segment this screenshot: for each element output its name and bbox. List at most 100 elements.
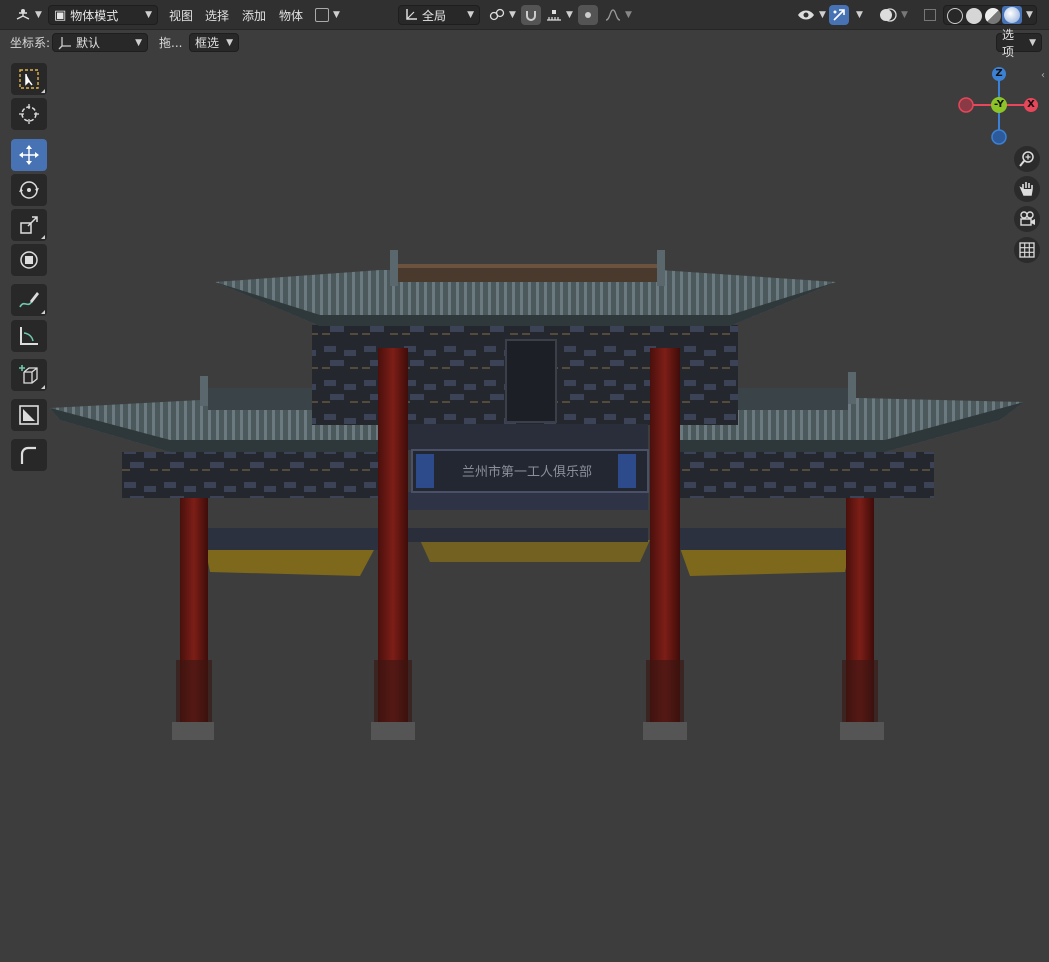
gizmo-options-dropdown[interactable]: ▼ [851, 5, 868, 25]
mode-dropdown[interactable]: ▣ 物体模式 ▼ [48, 5, 158, 25]
pan-button[interactable] [1014, 176, 1040, 202]
orientation-label: 全局 [422, 8, 447, 23]
chevron-down-icon: ▼ [145, 10, 152, 20]
annotate-icon [19, 292, 39, 308]
tool-annotate[interactable] [11, 284, 47, 316]
submenu-corner-icon [41, 385, 45, 389]
snap-toggle[interactable] [521, 5, 541, 25]
left-lower-beam [205, 528, 380, 550]
editor-type-selector[interactable]: ▼ [10, 5, 47, 25]
link-icon [489, 8, 505, 21]
visibility-selector[interactable]: ▼ [792, 5, 831, 25]
cut-box-icon [19, 405, 39, 425]
navigation-gizmo[interactable]: Z X -Y [955, 64, 1045, 149]
chevron-down-icon: ▼ [226, 37, 233, 48]
add-cube-icon [19, 365, 38, 384]
chevron-down-icon: ▼ [566, 10, 573, 20]
submenu-corner-icon [41, 310, 45, 314]
gizmo-toggle[interactable]: ▼ [310, 5, 345, 25]
transform-icon [20, 251, 38, 269]
proportional-dot-icon [585, 12, 591, 18]
right-lower-beam [678, 528, 850, 550]
cursor-icon [19, 104, 39, 124]
falloff-curve-icon [605, 9, 621, 21]
chevron-down-icon: ▼ [509, 10, 516, 20]
drag-action-value: 框选 [195, 36, 220, 50]
tool-add-cube[interactable] [11, 359, 47, 391]
chevron-down-icon[interactable]: ▼ [1026, 10, 1033, 20]
collapse-sidebar-icon[interactable]: ‹ [1041, 70, 1045, 81]
camera-icon [1020, 211, 1035, 226]
overlay-selector[interactable]: ▼ [874, 5, 913, 25]
chevron-down-icon: ▼ [467, 10, 474, 20]
submenu-corner-icon [41, 89, 45, 93]
gizmo-x-label[interactable]: X [1023, 97, 1039, 113]
material-shading-icon[interactable] [985, 8, 1001, 24]
rendered-shading-icon [1004, 7, 1020, 23]
menu-add[interactable]: 添加 [242, 5, 266, 25]
3d-viewport[interactable]: 兰州市第一工人俱乐部 [0, 30, 1049, 962]
measure-icon [20, 327, 38, 345]
hand-icon [1019, 182, 1033, 196]
right-gold-trim [680, 548, 850, 576]
tool-measure[interactable] [11, 320, 47, 352]
gizmo-neg-y-label[interactable]: -Y [991, 97, 1007, 113]
object-mode-icon: ▣ [54, 7, 67, 23]
chevron-down-icon: ▼ [856, 10, 863, 20]
proportional-editing-toggle[interactable] [578, 5, 598, 25]
mode-label: 物体模式 [70, 8, 119, 23]
snap-target-selector[interactable]: ▼ [541, 5, 578, 25]
solid-shading-icon[interactable] [966, 8, 982, 24]
drag-action-dropdown[interactable]: 框选 ▼ [189, 33, 239, 52]
arc-icon [20, 446, 36, 464]
menu-select[interactable]: 选择 [205, 5, 229, 25]
menu-object[interactable]: 物体 [279, 5, 303, 25]
tool-move[interactable] [11, 139, 47, 171]
menu-view[interactable]: 视图 [169, 5, 193, 25]
options-dropdown[interactable]: 选项 ▼ [996, 28, 1042, 59]
magnet-icon [526, 11, 536, 21]
chevron-down-icon: ▼ [135, 37, 142, 48]
gizmo-visibility-toggle[interactable] [829, 5, 849, 25]
pivot-point-selector[interactable]: ▼ [484, 5, 521, 25]
coordinate-system-label: 坐标系: [10, 36, 51, 50]
gizmo-arrow-icon [833, 9, 845, 21]
drag-label: 拖... [159, 36, 183, 50]
submenu-corner-icon [41, 235, 45, 239]
zoom-button[interactable] [1014, 146, 1040, 172]
wireframe-shading-icon[interactable] [947, 8, 963, 24]
pillar-outer-left [172, 498, 214, 740]
chevron-down-icon: ▼ [1029, 37, 1036, 48]
select-box-icon [19, 69, 39, 89]
options-label: 选项 [1002, 27, 1015, 59]
tool-arc[interactable] [11, 439, 47, 471]
upper-beam [408, 424, 648, 450]
falloff-selector[interactable]: ▼ [600, 5, 637, 25]
pillar-outer-right [840, 498, 884, 740]
scale-icon [20, 216, 38, 234]
move-icon [19, 145, 39, 165]
chevron-down-icon: ▼ [35, 10, 42, 20]
xray-icon [924, 9, 936, 21]
tool-select-box[interactable] [11, 63, 47, 95]
tool-cursor[interactable] [11, 98, 47, 130]
tool-scale[interactable] [11, 209, 47, 241]
plaque-text: 兰州市第一工人俱乐部 [462, 464, 592, 480]
coordinate-system-dropdown[interactable]: 默认 ▼ [52, 33, 148, 52]
left-gold-trim [205, 548, 375, 576]
tool-knife[interactable] [11, 399, 47, 431]
lower-beam [408, 528, 648, 542]
gizmo-z-label[interactable]: Z [991, 66, 1007, 82]
curve-icon [315, 8, 329, 22]
xray-toggle[interactable] [920, 5, 940, 25]
eye-icon [798, 10, 814, 20]
coordinate-system-value: 默认 [76, 36, 101, 50]
perspective-toggle-button[interactable] [1014, 237, 1040, 263]
overlay-icon [880, 8, 897, 22]
chevron-down-icon: ▼ [901, 10, 908, 20]
camera-view-button[interactable] [1014, 206, 1040, 232]
tool-rotate[interactable] [11, 174, 47, 206]
transform-orientation-dropdown[interactable]: 全局 ▼ [398, 5, 480, 25]
tool-transform[interactable] [11, 244, 47, 276]
snap-increment-icon [547, 10, 561, 21]
